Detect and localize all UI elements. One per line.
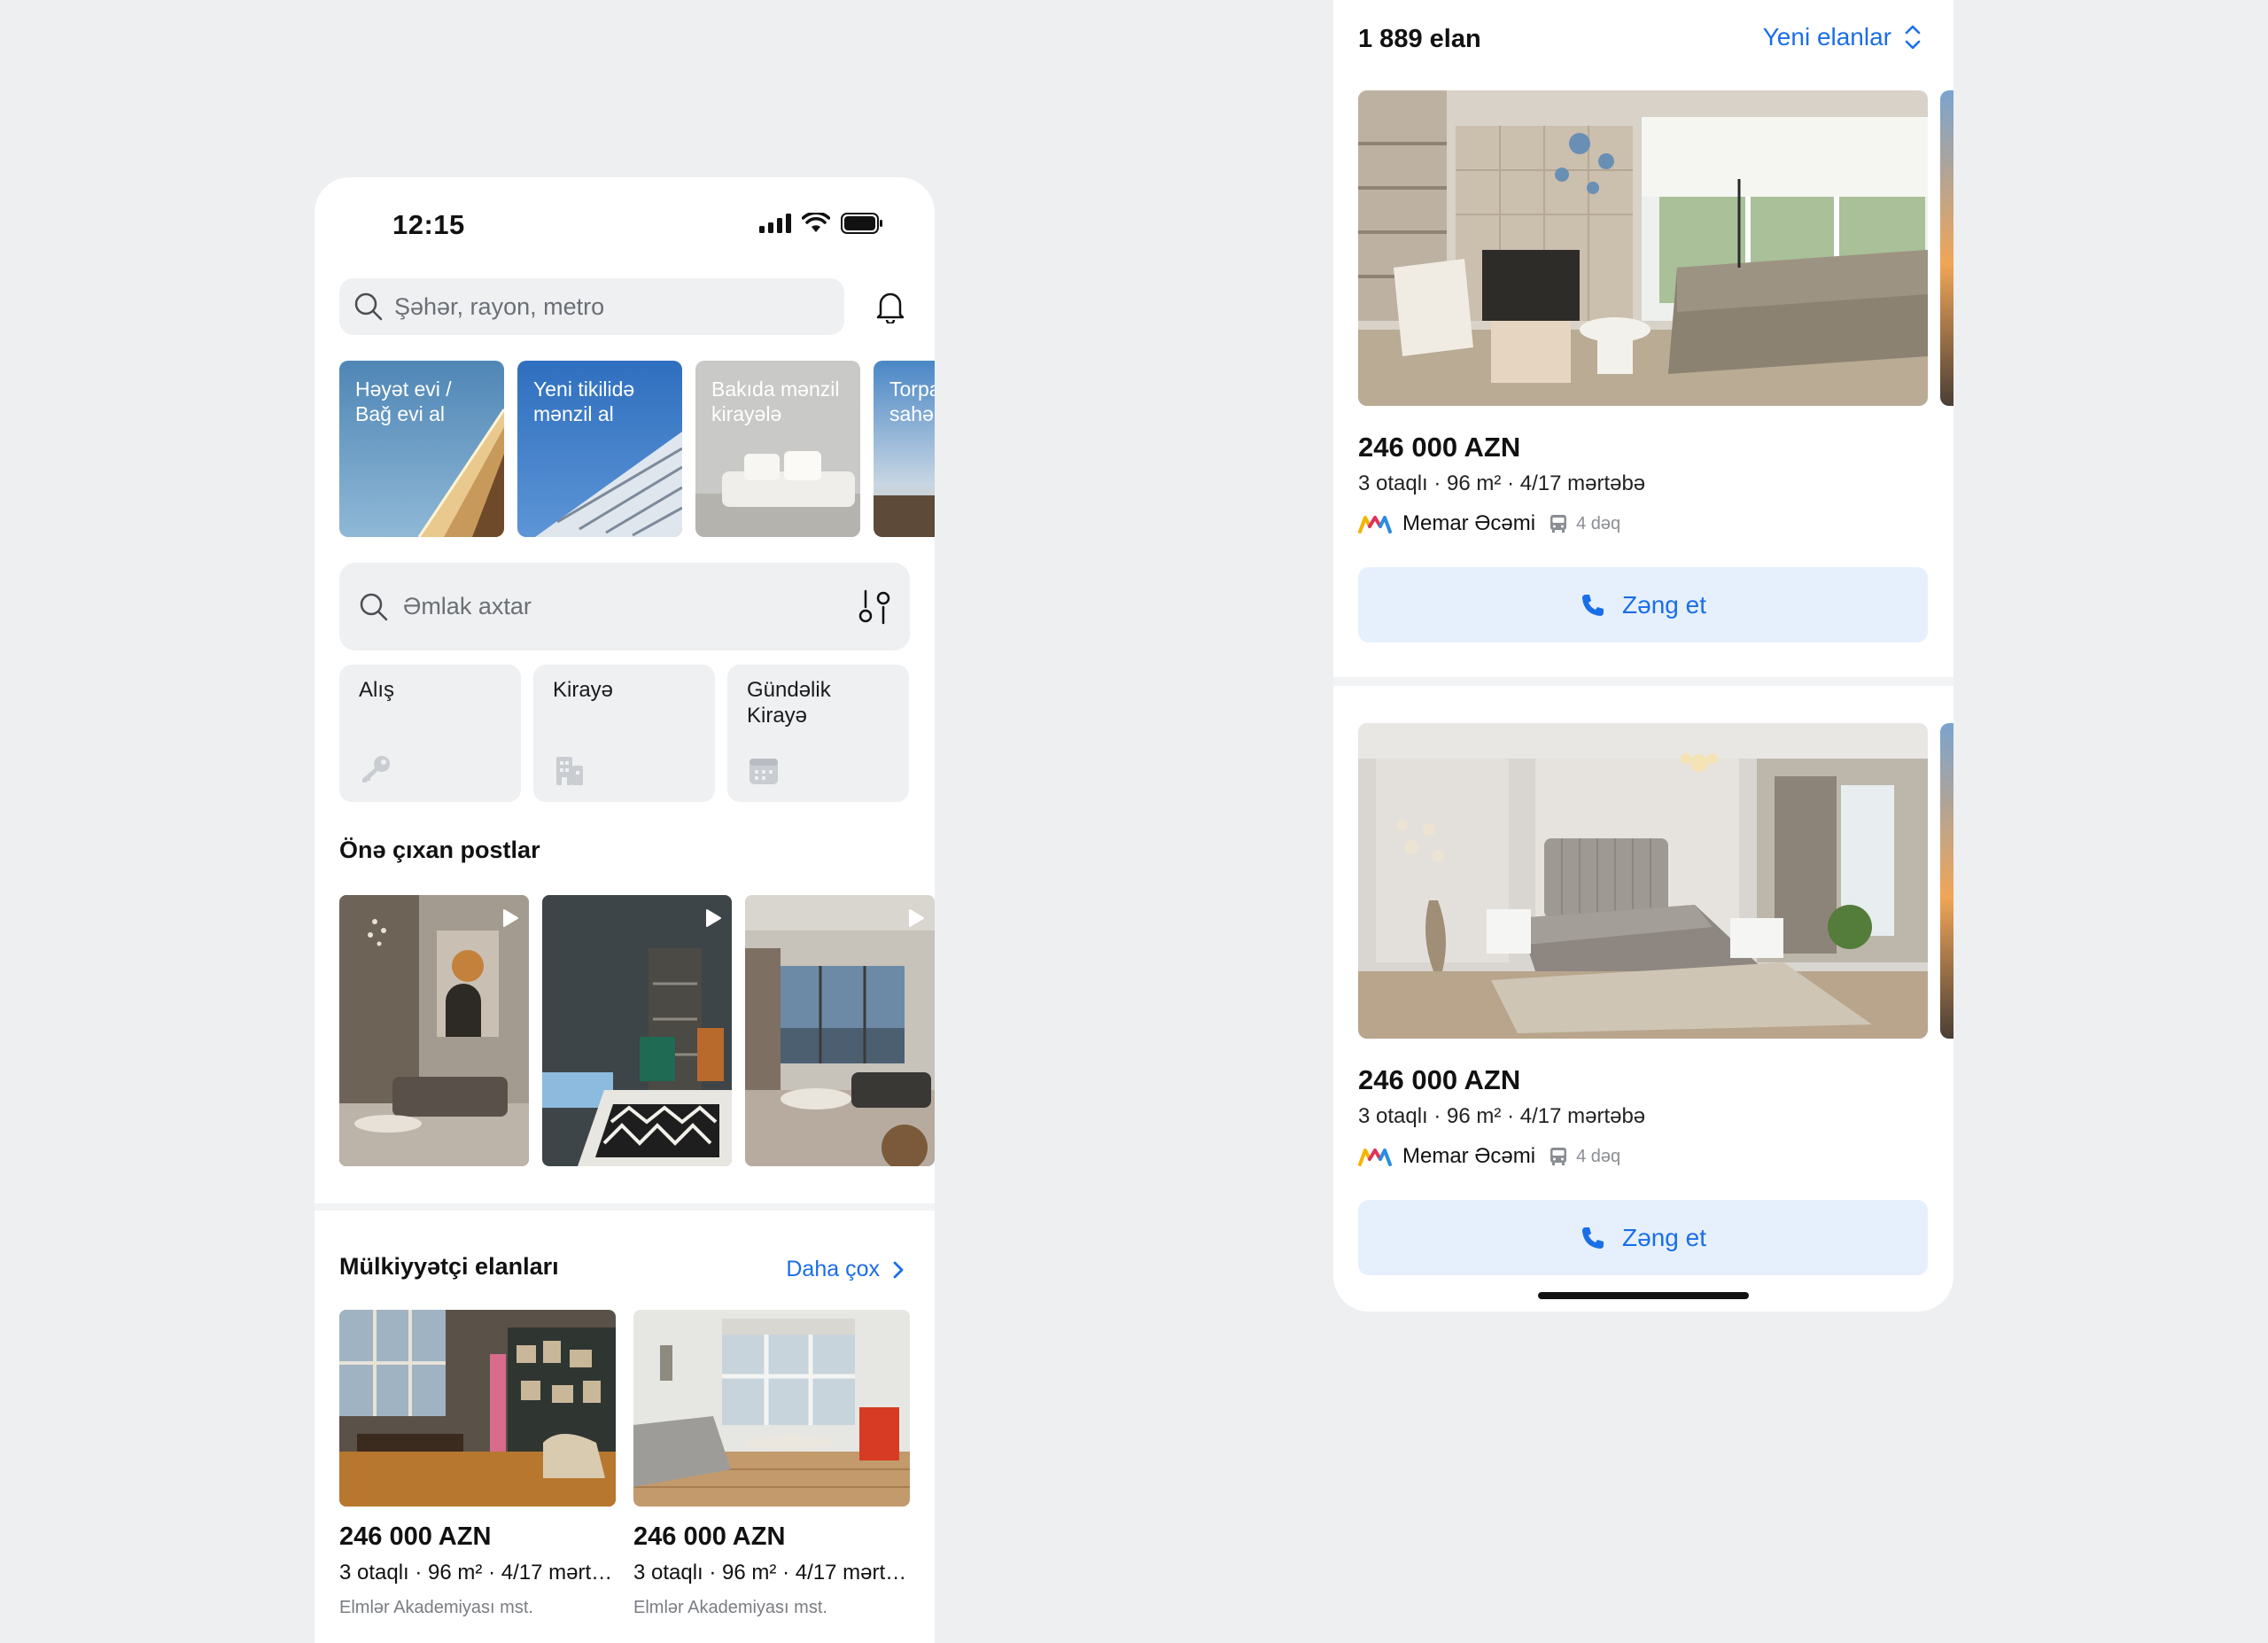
agency-name: Memar Əcəmi	[1402, 511, 1536, 535]
search-icon	[360, 593, 388, 620]
category-card-new-building[interactable]: Yeni tikilidə mənzil al	[517, 361, 682, 537]
agency-name: Memar Əcəmi	[1402, 1144, 1536, 1168]
listing-location: Elmlər Akademiyası mst.	[339, 1598, 533, 1617]
owner-listing-card[interactable]: 246 000 AZN 3 otaqlı · 96 m² · 4/17 mərt…	[633, 1310, 910, 1618]
listing-meta: 3 otaqlı · 96 m² · 4/17 mərtə...	[339, 1561, 616, 1585]
home-indicator[interactable]	[1538, 1292, 1749, 1299]
listing-photo	[339, 1310, 616, 1507]
category-card-rent-baku[interactable]: Bakıda mənzil kirayələ	[695, 361, 860, 537]
call-button-label: Zəng et	[1622, 1223, 1706, 1251]
chevron-right-icon	[893, 1261, 904, 1278]
featured-posts-carousel[interactable]	[339, 895, 935, 1166]
phone-icon	[1582, 1226, 1604, 1249]
owner-listings-title: Mülkiyyətçi elanları	[339, 1253, 559, 1280]
status-time: 12:15	[392, 209, 465, 240]
listing-agency-row: Memar Əcəmi 4 dəq	[1358, 511, 1620, 536]
location-search-placeholder: Şəhər, rayon, metro	[394, 292, 605, 320]
bus-icon	[1550, 1148, 1567, 1165]
call-button-label: Zəng et	[1622, 590, 1706, 619]
listing-price: 246 000 AZN	[1358, 1064, 1521, 1095]
listing-agency-row: Memar Əcəmi 4 dəq	[1358, 1144, 1620, 1169]
featured-post[interactable]	[745, 895, 935, 1166]
next-photo-peek	[1940, 723, 1953, 1039]
section-divider	[1333, 677, 1953, 686]
category-card-land[interactable]: Torpa sahə	[874, 361, 935, 537]
deal-type-buy[interactable]: Alış	[339, 665, 521, 802]
key-icon	[362, 756, 390, 783]
listing-card[interactable]: 246 000 AZN 3 otaqlı · 96 m² · 4/17 mərt…	[1358, 90, 1953, 642]
listing-photo	[1358, 90, 1928, 406]
filter-icon[interactable]	[857, 588, 892, 627]
status-bar: 12:15	[315, 177, 935, 275]
phone-icon	[1582, 594, 1604, 616]
listing-location: Elmlər Akademiyası mst.	[633, 1598, 827, 1617]
agency-logo-icon	[1358, 1149, 1392, 1166]
listings-screen: 1 889 elan Yeni elanlar 246 000 AZN 3 ot…	[1333, 0, 1953, 1312]
property-search-input[interactable]: Əmlak axtar	[339, 563, 910, 650]
sort-chevrons-icon	[1905, 25, 1921, 50]
location-search-input[interactable]: Şəhər, rayon, metro	[339, 278, 844, 335]
wifi-icon	[802, 213, 830, 232]
category-label: Həyət evi / Bağ evi al	[355, 378, 452, 425]
featured-posts-title: Önə çıxan postlar	[339, 837, 540, 863]
listing-price: 246 000 AZN	[633, 1522, 786, 1551]
listing-photo-carousel[interactable]	[1358, 723, 1953, 1039]
notifications-button[interactable]	[871, 287, 910, 326]
category-label: Bakıda mənzil kirayələ	[711, 378, 840, 425]
listing-price: 246 000 AZN	[339, 1522, 492, 1551]
more-link[interactable]: Daha çox	[786, 1257, 905, 1282]
call-button[interactable]: Zəng et	[1358, 1200, 1928, 1275]
play-icon	[909, 909, 924, 927]
category-label: Torpa sahə	[889, 378, 935, 425]
listing-meta: 3 otaqlı · 96 m² · 4/17 mərtə...	[633, 1561, 910, 1585]
play-icon	[706, 909, 721, 927]
play-icon	[503, 909, 518, 927]
status-icons	[759, 213, 883, 234]
listing-meta: 3 otaqlı · 96 m² · 4/17 mərtəbə	[1358, 1104, 1646, 1128]
deal-type-label: Alış	[359, 678, 395, 702]
listing-photo-carousel[interactable]	[1358, 90, 1953, 406]
building-icon	[556, 757, 583, 785]
listing-price: 246 000 AZN	[1358, 432, 1521, 463]
featured-post[interactable]	[339, 895, 529, 1166]
sort-label: Yeni elanlar	[1762, 23, 1891, 51]
transit-time: 4 dəq	[1576, 513, 1621, 533]
listing-card[interactable]: 246 000 AZN 3 otaqlı · 96 m² · 4/17 mərt…	[1358, 723, 1953, 1275]
property-search-placeholder: Əmlak axtar	[403, 593, 532, 619]
deal-type-daily-rent[interactable]: Gündəlik Kirayə	[727, 665, 909, 802]
home-screen: 12:15 Şəhər, rayon, metro Həyət evi / Ba…	[315, 177, 935, 1643]
signal-icon	[759, 214, 791, 233]
sort-button[interactable]: Yeni elanlar	[1763, 23, 1922, 51]
featured-post[interactable]	[542, 895, 732, 1166]
post-image	[339, 895, 529, 1166]
bell-icon	[876, 292, 905, 323]
agency-logo-icon	[1358, 516, 1392, 533]
listing-photo	[1358, 723, 1928, 1039]
next-photo-peek	[1940, 90, 1953, 406]
owner-listing-card[interactable]: 246 000 AZN 3 otaqlı · 96 m² · 4/17 mərt…	[339, 1310, 616, 1618]
search-icon	[354, 292, 383, 321]
category-label: Yeni tikilidə mənzil al	[533, 378, 635, 425]
deal-type-label: Gündəlik Kirayə	[747, 678, 831, 728]
deal-type-rent[interactable]: Kirayə	[533, 665, 715, 802]
section-divider	[315, 1203, 935, 1211]
deal-type-label: Kirayə	[553, 678, 614, 702]
category-card-yard-house[interactable]: Həyət evi / Bağ evi al	[339, 361, 504, 537]
calendar-icon	[750, 759, 778, 784]
post-image	[542, 895, 732, 1166]
bus-icon	[1550, 515, 1567, 533]
battery-icon	[841, 213, 882, 234]
category-carousel[interactable]: Həyət evi / Bağ evi al Yeni tikilidə mən…	[339, 361, 935, 538]
call-button[interactable]: Zəng et	[1358, 567, 1928, 642]
listing-meta: 3 otaqlı · 96 m² · 4/17 mərtəbə	[1358, 471, 1646, 495]
listing-photo	[633, 1310, 910, 1507]
listing-count: 1 889 elan	[1358, 25, 1481, 53]
post-image	[745, 895, 935, 1166]
transit-time: 4 dəq	[1576, 1146, 1621, 1166]
more-link-label: Daha çox	[786, 1257, 880, 1281]
